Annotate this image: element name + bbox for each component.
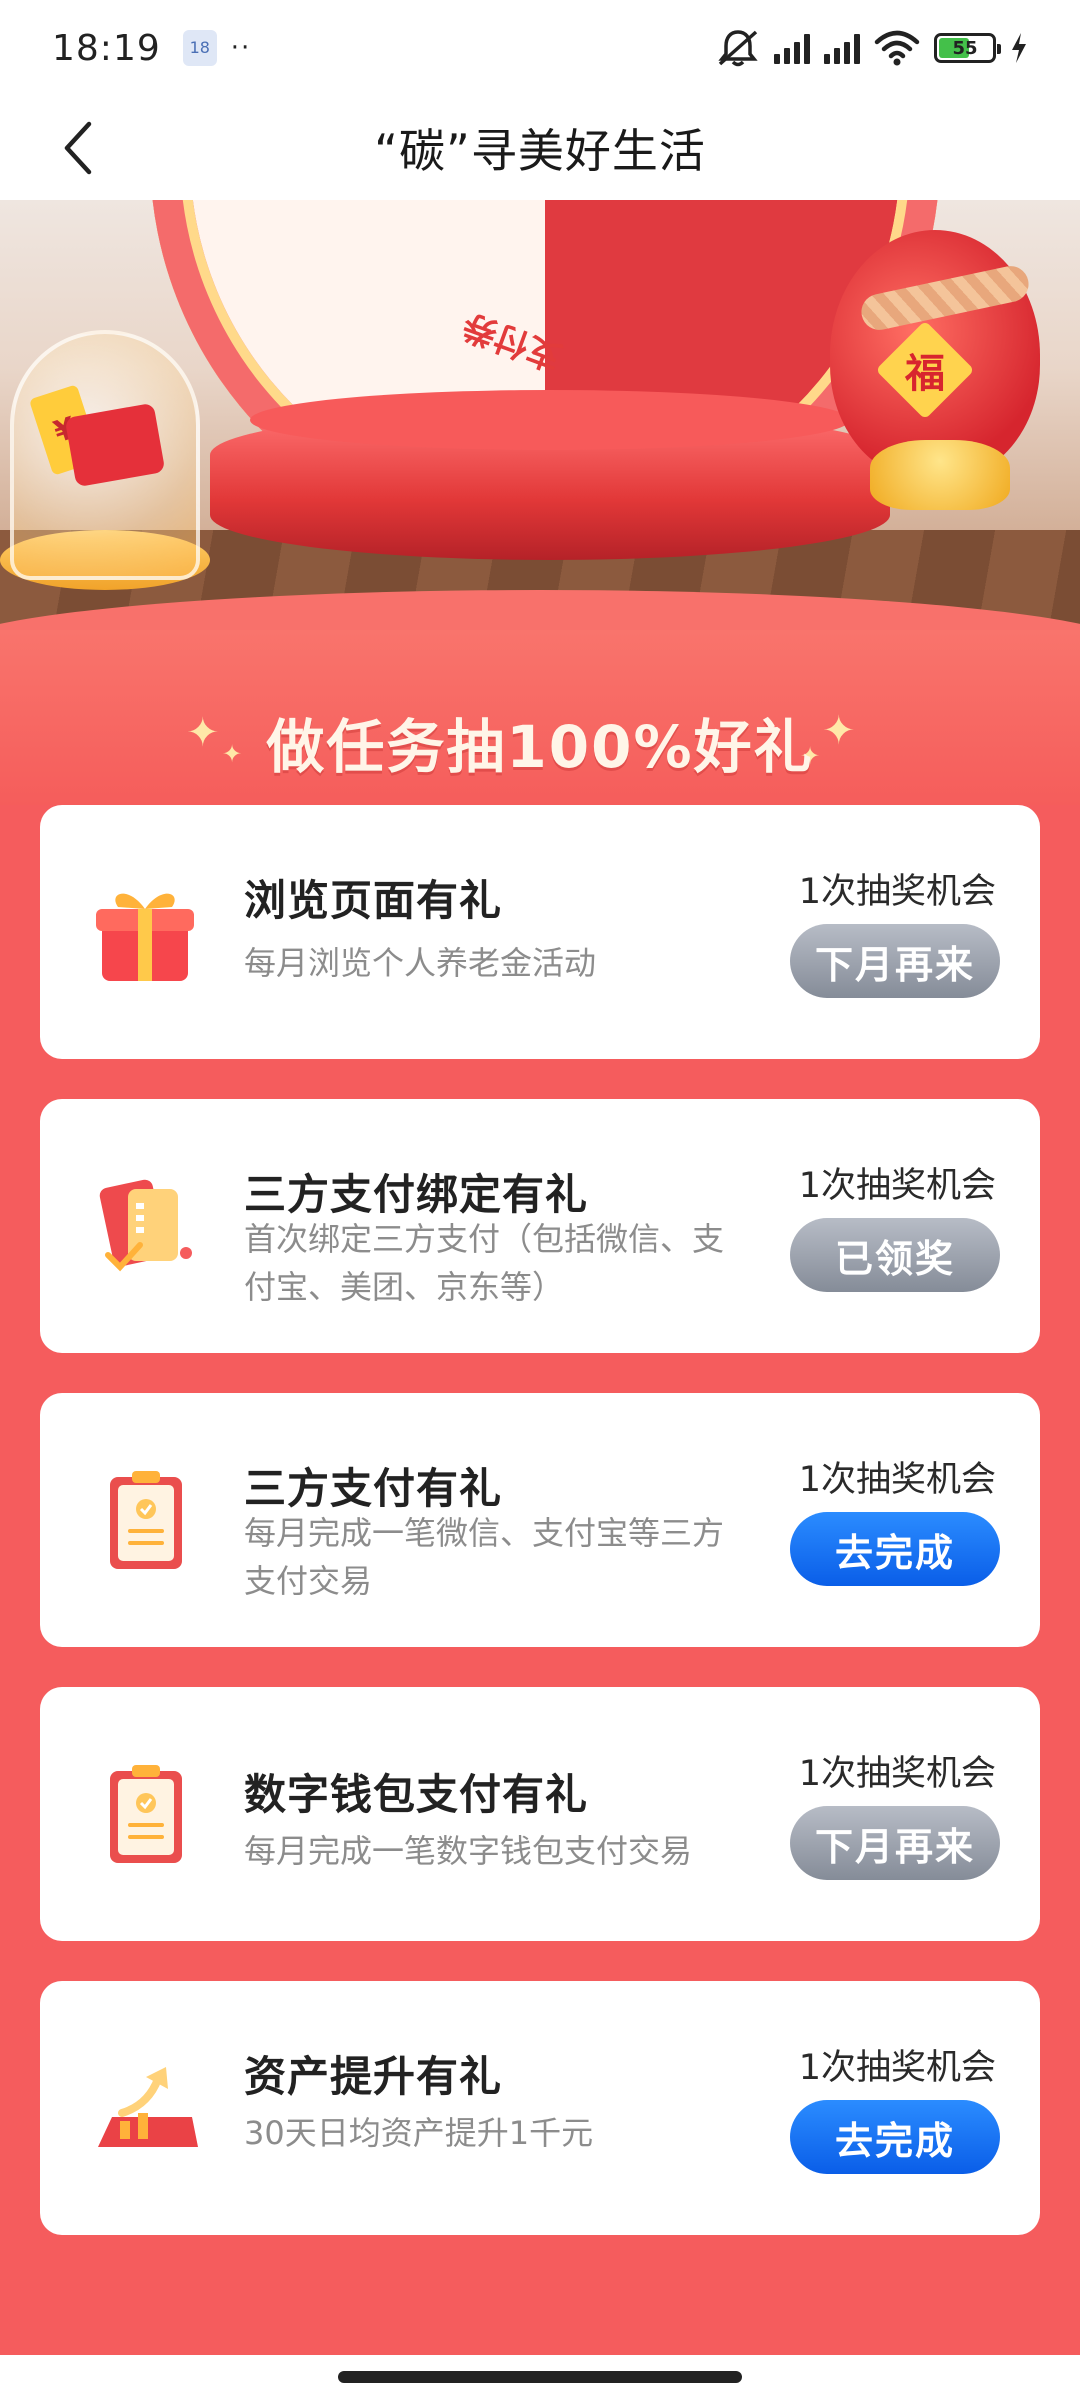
clipboard-check-icon [110,1471,182,1569]
task-chance: 1次抽奖机会 [798,872,996,912]
task-card-third-party-pay: 三方支付有礼 每月完成一笔微信、支付宝等三方支付交易 1次抽奖机会 去完成 [40,1393,1040,1647]
nav-bar: “碳”寻美好生活 [0,96,1080,200]
battery-icon: 55 [934,33,1001,63]
task-title: 数字钱包支付有礼 [244,1770,589,1819]
task-title: 三方支付有礼 [244,1464,503,1513]
gift-box-icon [96,893,194,981]
task-description: 每月完成一笔微信、支付宝等三方支付交易 [244,1514,725,1600]
payment-card-icon [99,1179,192,1272]
wifi-icon [874,30,920,66]
notification-badge-icon: 18 [182,30,217,66]
task-chance: 1次抽奖机会 [798,1460,996,1500]
come-back-next-month-button[interactable]: 下月再来 [790,924,1000,998]
promo-banner: 支付券 ¥ 福 ✦ ✦ ✦ ✦ 做任务抽100%好礼 [0,200,1080,805]
status-time: 18:19 [52,27,161,69]
fu-character: 福 [905,351,945,397]
task-description: 每月完成一笔数字钱包支付交易 [244,1832,693,1870]
task-chance: 1次抽奖机会 [798,1754,996,1794]
task-list: 浏览页面有礼 每月浏览个人养老金活动 1次抽奖机会 下月再来 三方支付绑定有礼 … [0,805,1080,2355]
status-icons: 55 [716,28,1028,68]
task-description: 每月浏览个人养老金活动 [244,944,597,982]
home-indicator[interactable] [338,2371,742,2383]
signal-1-icon [774,32,810,64]
task-card-digital-wallet: 数字钱包支付有礼 每月完成一笔数字钱包支付交易 1次抽奖机会 下月再来 [40,1687,1040,1941]
prize-claimed-button[interactable]: 已领奖 [790,1218,1000,1292]
task-title: 资产提升有礼 [244,2052,503,2101]
task-title: 浏览页面有礼 [244,876,503,925]
charging-icon [1012,33,1026,63]
more-notifications-icon: ·· [230,33,252,63]
back-button[interactable] [52,121,104,175]
go-complete-button[interactable]: 去完成 [790,1512,1000,1586]
mute-icon [718,30,758,67]
signal-2-icon [824,32,860,64]
task-chance: 1次抽奖机会 [798,1166,996,1206]
task-chance: 1次抽奖机会 [798,2048,996,2088]
chevron-left-icon [64,121,92,175]
task-card-asset-growth: 资产提升有礼 30天日均资产提升1千元 1次抽奖机会 去完成 [40,1981,1040,2235]
clipboard-check-icon [110,1765,182,1863]
banner-headline: 做任务抽100%好礼 [266,713,814,781]
task-card-bind-payment: 三方支付绑定有礼 首次绑定三方支付（包括微信、支付宝、美团、京东等） 1次抽奖机… [40,1099,1040,1353]
navigation-bar [0,2355,1080,2400]
task-description: 30天日均资产提升1千元 [244,2114,594,2152]
battery-level: 55 [952,37,978,59]
gold-ingot-icon [870,440,1010,510]
task-title: 三方支付绑定有礼 [244,1170,589,1219]
task-card-browse: 浏览页面有礼 每月浏览个人养老金活动 1次抽奖机会 下月再来 [40,805,1040,1059]
page-title: “碳”寻美好生活 [374,124,706,178]
task-description: 首次绑定三方支付（包括微信、支付宝、美团、京东等） [244,1220,725,1306]
come-back-next-month-button[interactable]: 下月再来 [790,1806,1000,1880]
go-complete-button[interactable]: 去完成 [790,2100,1000,2174]
pedestal-top [250,390,850,450]
status-bar: 18:19 18 ·· 55 [0,0,1080,96]
asset-growth-icon [98,2067,198,2147]
